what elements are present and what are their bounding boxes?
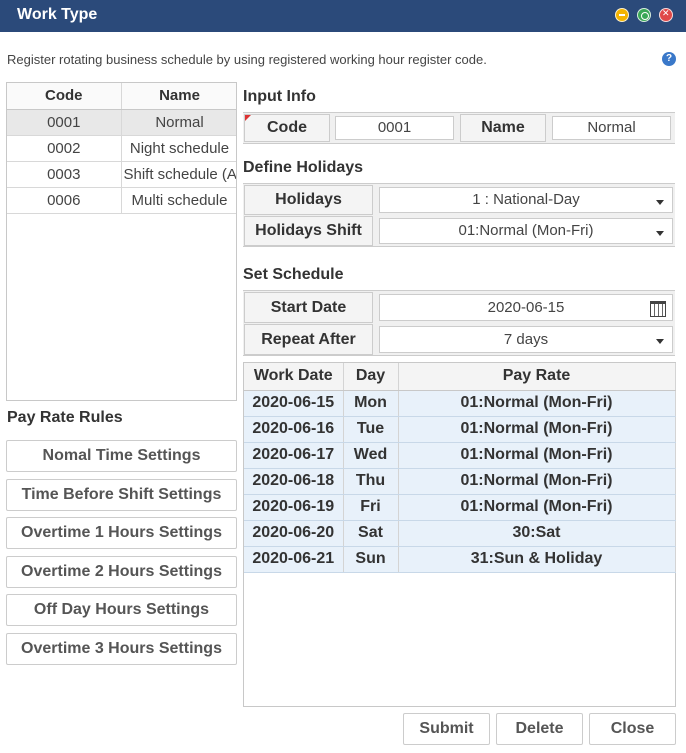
close-button[interactable]: Close xyxy=(589,713,676,745)
day-cell: Sat xyxy=(343,520,399,547)
pay-rate-cell[interactable]: 01:Normal (Mon-Fri) xyxy=(398,416,676,443)
code-input[interactable]: 0001 xyxy=(335,116,454,140)
start-date-label: Start Date xyxy=(244,292,373,323)
day-cell: Wed xyxy=(343,442,399,469)
list-item[interactable]: 0001 Normal xyxy=(7,109,236,136)
overtime-1-settings-button[interactable]: Overtime 1 Hours Settings xyxy=(6,517,237,549)
work-date-cell: 2020-06-19 xyxy=(244,494,344,521)
pay-rate-cell[interactable]: 01:Normal (Mon-Fri) xyxy=(398,468,676,495)
chevron-down-icon xyxy=(656,200,664,205)
submit-button[interactable]: Submit xyxy=(403,713,490,745)
name-cell: Night schedule xyxy=(121,135,236,162)
holidays-shift-label: Holidays Shift xyxy=(244,216,373,246)
col-header-work-date[interactable]: Work Date xyxy=(244,363,344,391)
off-day-hours-settings-button[interactable]: Off Day Hours Settings xyxy=(6,594,237,626)
overtime-2-settings-button[interactable]: Overtime 2 Hours Settings xyxy=(6,556,237,588)
code-cell: 0001 xyxy=(7,109,122,136)
chevron-down-icon xyxy=(656,339,664,344)
day-cell: Mon xyxy=(343,390,399,417)
set-schedule-title: Set Schedule xyxy=(243,266,344,283)
delete-button[interactable]: Delete xyxy=(496,713,583,745)
work-date-cell: 2020-06-15 xyxy=(244,390,344,417)
pay-rate-cell[interactable]: 01:Normal (Mon-Fri) xyxy=(398,390,676,417)
repeat-after-label: Repeat After xyxy=(244,324,373,355)
col-header-name[interactable]: Name xyxy=(121,83,236,110)
chevron-down-icon xyxy=(656,231,664,236)
minimize-icon[interactable] xyxy=(615,8,629,22)
pay-rate-cell[interactable]: 01:Normal (Mon-Fri) xyxy=(398,442,676,469)
col-header-day[interactable]: Day xyxy=(343,363,399,391)
schedule-grid: Work Date Day Pay Rate 2020-06-15 Mon 01… xyxy=(243,362,676,707)
title-bar: Work Type xyxy=(0,0,686,32)
name-cell: Multi schedule xyxy=(121,187,236,214)
define-holidays-title: Define Holidays xyxy=(243,159,364,176)
code-list: Code Name 0001 Normal 0002 Night schedul… xyxy=(6,82,237,401)
normal-time-settings-button[interactable]: Nomal Time Settings xyxy=(6,440,237,472)
pay-rate-cell[interactable]: 30:Sat xyxy=(398,520,676,547)
list-item[interactable]: 0006 Multi schedule xyxy=(7,187,236,214)
define-holidays-box: Holidays 1 : National-Day Holidays Shift… xyxy=(243,183,675,247)
time-before-shift-settings-button[interactable]: Time Before Shift Settings xyxy=(6,479,237,511)
table-row[interactable]: 2020-06-15 Mon 01:Normal (Mon-Fri) xyxy=(244,390,676,417)
code-cell: 0002 xyxy=(7,135,122,162)
required-marker xyxy=(245,115,251,121)
col-header-pay-rate[interactable]: Pay Rate xyxy=(398,363,676,391)
name-cell: Shift schedule (A xyxy=(121,161,236,188)
day-cell: Thu xyxy=(343,468,399,495)
table-row[interactable]: 2020-06-16 Tue 01:Normal (Mon-Fri) xyxy=(244,416,676,443)
table-row[interactable]: 2020-06-17 Wed 01:Normal (Mon-Fri) xyxy=(244,442,676,469)
calendar-icon[interactable] xyxy=(650,301,666,317)
table-row[interactable]: 2020-06-21 Sun 31:Sun & Holiday xyxy=(244,546,676,573)
code-cell: 0006 xyxy=(7,187,122,214)
input-info-title: Input Info xyxy=(243,88,316,105)
input-info-row: Code 0001 Name Normal xyxy=(243,112,675,144)
holidays-select[interactable]: 1 : National-Day xyxy=(379,187,673,213)
repeat-after-select[interactable]: 7 days xyxy=(379,326,673,353)
pay-rate-cell[interactable]: 01:Normal (Mon-Fri) xyxy=(398,494,676,521)
holidays-shift-select[interactable]: 01:Normal (Mon-Fri) xyxy=(379,218,673,244)
work-date-cell: 2020-06-17 xyxy=(244,442,344,469)
day-cell: Fri xyxy=(343,494,399,521)
holidays-label: Holidays xyxy=(244,185,373,215)
col-header-code[interactable]: Code xyxy=(7,83,122,110)
list-item[interactable]: 0002 Night schedule xyxy=(7,135,236,162)
page-description: Register rotating business schedule by u… xyxy=(7,52,487,67)
help-icon[interactable]: ? xyxy=(662,52,676,66)
start-date-input[interactable]: 2020-06-15 xyxy=(379,294,673,321)
work-date-cell: 2020-06-20 xyxy=(244,520,344,547)
work-date-cell: 2020-06-21 xyxy=(244,546,344,573)
work-date-cell: 2020-06-16 xyxy=(244,416,344,443)
overtime-3-settings-button[interactable]: Overtime 3 Hours Settings xyxy=(6,633,237,665)
work-date-cell: 2020-06-18 xyxy=(244,468,344,495)
pay-rate-rules-title: Pay Rate Rules xyxy=(7,409,123,426)
table-row[interactable]: 2020-06-18 Thu 01:Normal (Mon-Fri) xyxy=(244,468,676,495)
close-icon[interactable] xyxy=(659,8,673,22)
name-label: Name xyxy=(460,114,546,142)
pay-rate-cell[interactable]: 31:Sun & Holiday xyxy=(398,546,676,573)
list-item[interactable]: 0003 Shift schedule (A xyxy=(7,161,236,188)
day-cell: Sun xyxy=(343,546,399,573)
table-row[interactable]: 2020-06-20 Sat 30:Sat xyxy=(244,520,676,547)
code-cell: 0003 xyxy=(7,161,122,188)
window-title: Work Type xyxy=(17,6,98,23)
table-row[interactable]: 2020-06-19 Fri 01:Normal (Mon-Fri) xyxy=(244,494,676,521)
set-schedule-box: Start Date 2020-06-15 Repeat After 7 day… xyxy=(243,290,675,356)
code-label: Code xyxy=(244,114,330,142)
name-cell: Normal xyxy=(121,109,236,136)
maximize-icon[interactable] xyxy=(637,8,651,22)
day-cell: Tue xyxy=(343,416,399,443)
name-input[interactable]: Normal xyxy=(552,116,671,140)
